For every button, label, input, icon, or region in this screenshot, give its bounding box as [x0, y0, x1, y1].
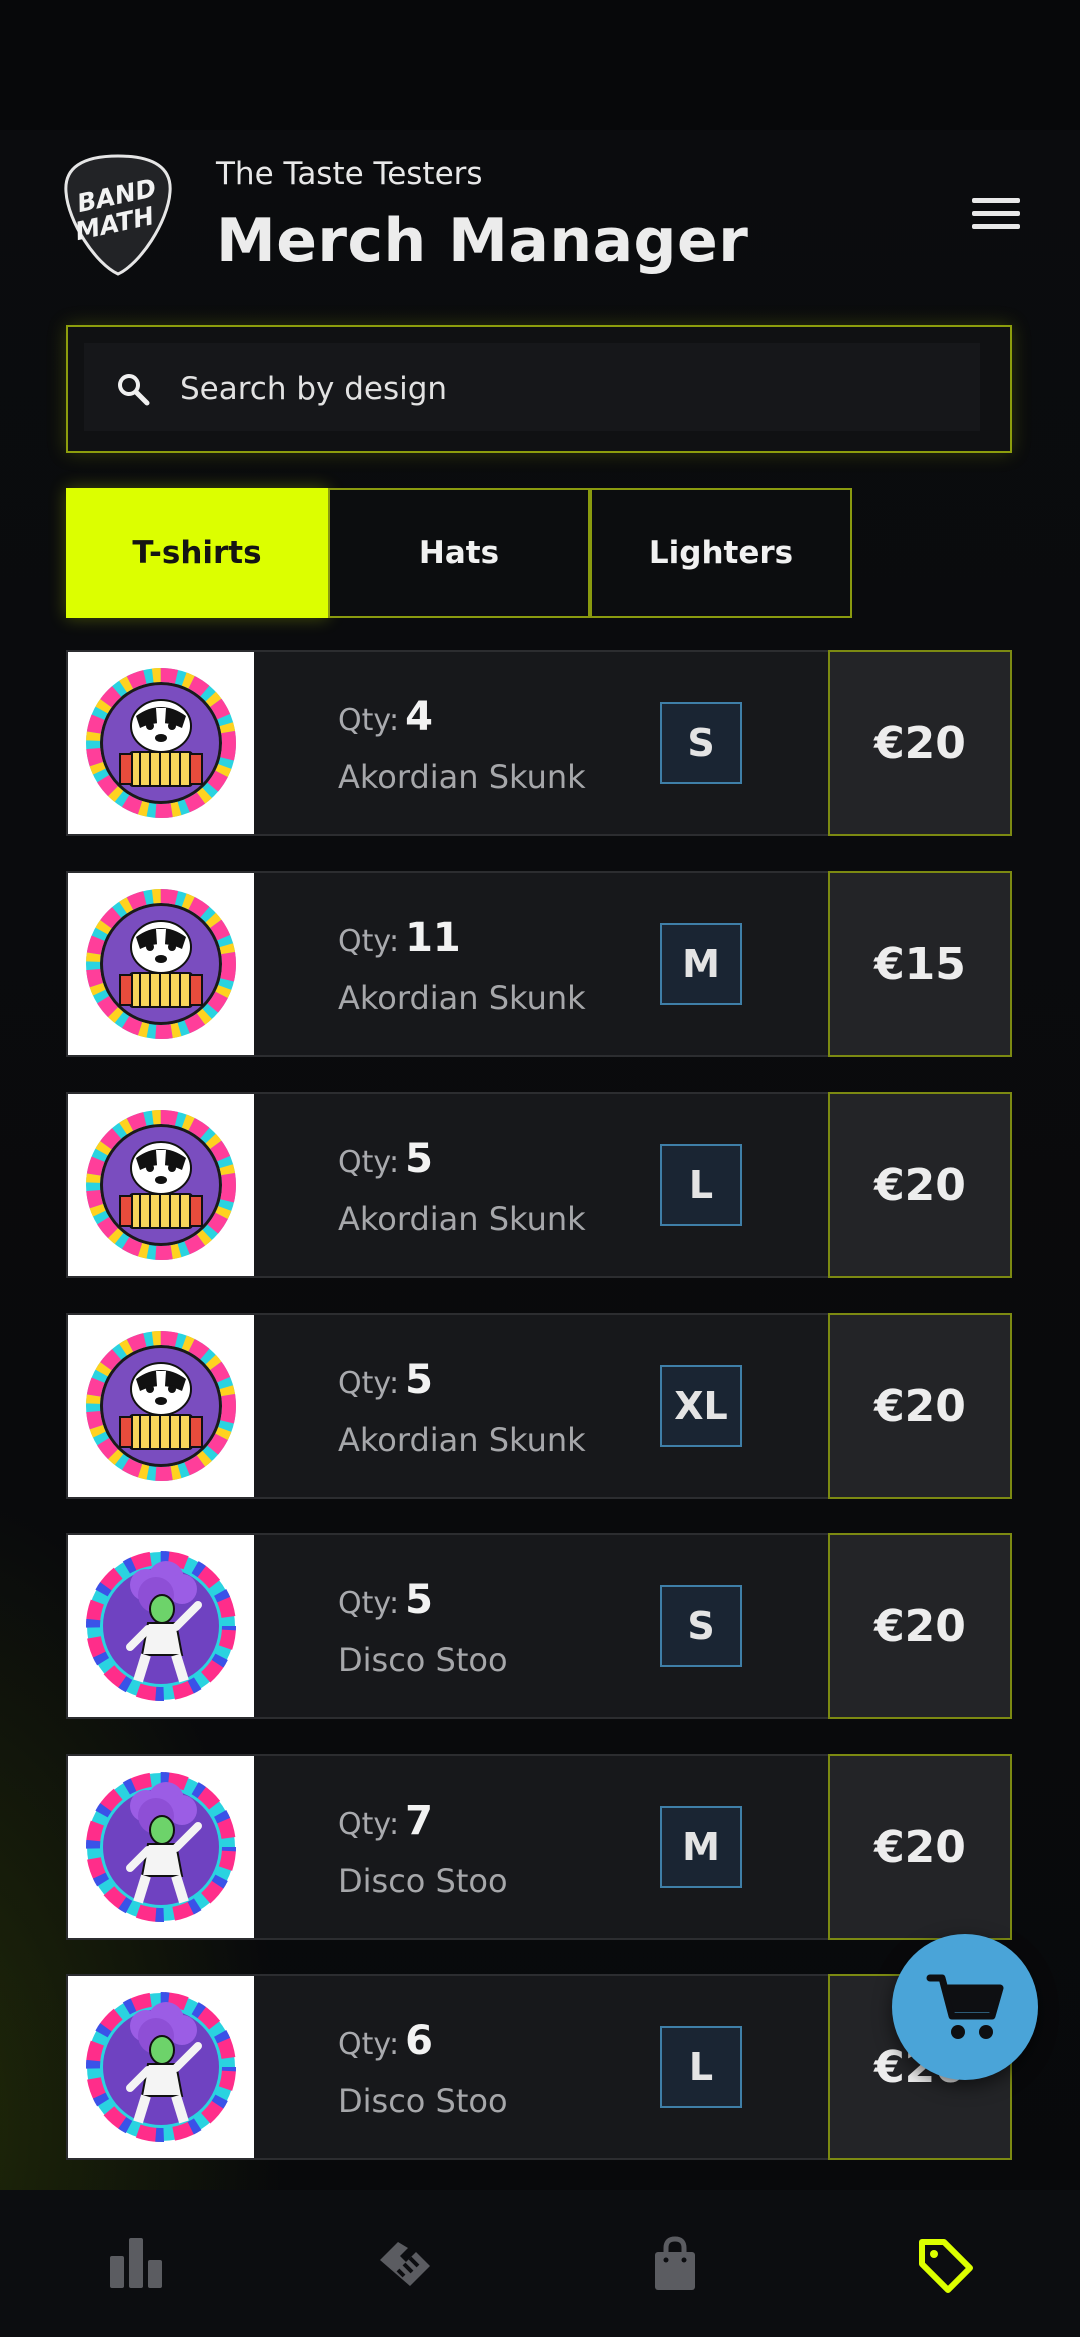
bar-chart-icon: [110, 2238, 162, 2288]
merch-row[interactable]: Qty: 5 Akordian Skunk XL €20: [66, 1313, 1012, 1499]
app-screen: BAND MATH The Taste Testers Merch Manage…: [0, 0, 1080, 2337]
quantity-value: 4: [405, 694, 433, 740]
design-name: Akordian Skunk: [338, 1200, 586, 1238]
quantity-value: 11: [405, 915, 461, 961]
quantity-value: 6: [405, 2018, 433, 2064]
search-input[interactable]: [178, 358, 962, 420]
design-thumbnail: [68, 1094, 254, 1276]
price-tag-icon: [919, 2239, 973, 2293]
price-button[interactable]: €20: [828, 650, 1012, 836]
merch-row[interactable]: Qty: 4 Akordian Skunk S €20: [66, 650, 1012, 836]
quantity: Qty: 5: [338, 1577, 433, 1623]
tab-hats[interactable]: Hats: [328, 488, 590, 618]
size-badge: L: [660, 2026, 742, 2108]
merch-row[interactable]: Qty: 5 Akordian Skunk L €20: [66, 1092, 1012, 1278]
price-button[interactable]: €20: [828, 1533, 1012, 1719]
design-thumbnail: [68, 1535, 254, 1717]
status-bar: [0, 0, 1080, 130]
merch-row[interactable]: Qty: 5 Disco Stoo S €20: [66, 1533, 1012, 1719]
shopping-cart-icon: [926, 1974, 1004, 2039]
quantity: Qty: 11: [338, 915, 461, 961]
design-name: Akordian Skunk: [338, 758, 586, 796]
size-badge: M: [660, 923, 742, 1005]
price-button[interactable]: €15: [828, 871, 1012, 1057]
tab-lighters[interactable]: Lighters: [590, 488, 852, 618]
band-logo: BAND MATH: [64, 154, 172, 276]
merch-row[interactable]: Qty: 7 Disco Stoo M €20: [66, 1754, 1012, 1940]
nav-merch[interactable]: [810, 2190, 1080, 2337]
quantity: Qty: 5: [338, 1136, 433, 1182]
design-name: Disco Stoo: [338, 1641, 508, 1679]
bottom-nav: [0, 2190, 1080, 2337]
page-title: Merch Manager: [216, 206, 749, 276]
merch-row[interactable]: Qty: 11 Akordian Skunk M €15: [66, 871, 1012, 1057]
shopping-bag-icon: [655, 2236, 695, 2290]
quantity: Qty: 7: [338, 1798, 433, 1844]
quantity: Qty: 6: [338, 2018, 433, 2064]
design-name: Disco Stoo: [338, 2082, 508, 2120]
design-thumbnail: [68, 873, 254, 1055]
quantity-value: 7: [405, 1798, 433, 1844]
quantity: Qty: 5: [338, 1357, 433, 1403]
quantity-value: 5: [405, 1357, 433, 1403]
tab-t-shirts[interactable]: T-shirts: [66, 488, 328, 618]
cart-button[interactable]: [892, 1934, 1038, 2080]
price-button[interactable]: €20: [828, 1754, 1012, 1940]
price-button[interactable]: €20: [828, 1092, 1012, 1278]
price-button[interactable]: €20: [828, 1313, 1012, 1499]
handshake-icon: [380, 2242, 430, 2286]
nav-sales[interactable]: [540, 2190, 810, 2337]
size-badge: S: [660, 1585, 742, 1667]
design-thumbnail: [68, 1315, 254, 1497]
design-thumbnail: [68, 1756, 254, 1938]
size-badge: M: [660, 1806, 742, 1888]
quantity: Qty: 4: [338, 694, 433, 740]
design-thumbnail: [68, 652, 254, 834]
size-badge: L: [660, 1144, 742, 1226]
size-badge: XL: [660, 1365, 742, 1447]
design-name: Disco Stoo: [338, 1862, 508, 1900]
nav-stats[interactable]: [0, 2190, 270, 2337]
quantity-value: 5: [405, 1136, 433, 1182]
size-badge: S: [660, 702, 742, 784]
design-name: Akordian Skunk: [338, 1421, 586, 1459]
hamburger-menu-icon[interactable]: [968, 194, 1026, 234]
merch-row[interactable]: Qty: 6 Disco Stoo L €20: [66, 1974, 1012, 2160]
design-thumbnail: [68, 1976, 254, 2158]
design-name: Akordian Skunk: [338, 979, 586, 1017]
search-icon: [118, 374, 150, 406]
band-name: The Taste Testers: [216, 156, 483, 192]
nav-deals[interactable]: [270, 2190, 540, 2337]
quantity-value: 5: [405, 1577, 433, 1623]
